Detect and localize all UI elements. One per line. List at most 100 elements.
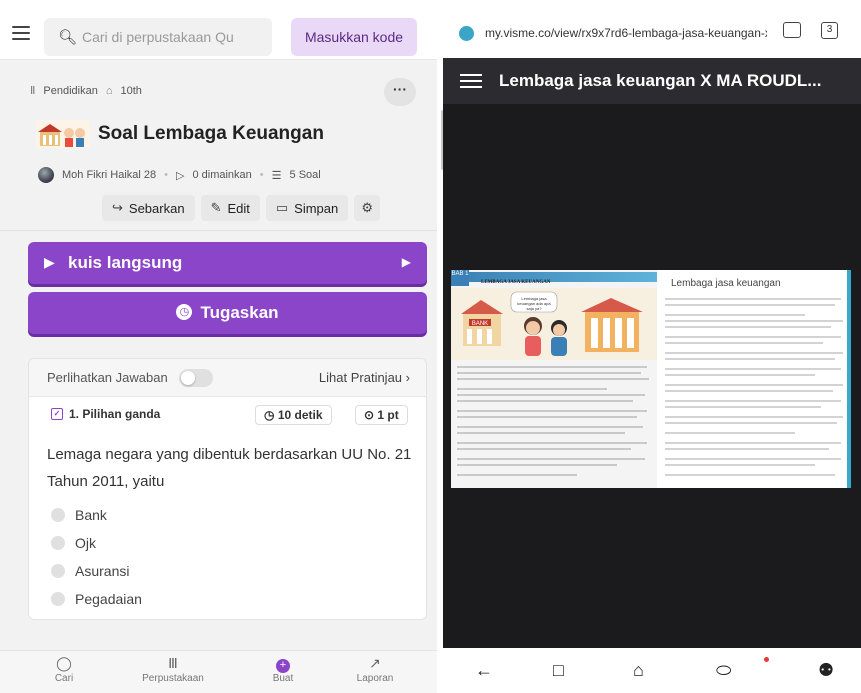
game-controller-icon[interactable]: ⬭ xyxy=(716,660,731,681)
slide-banner-title: LEMBAGA JASA KEUANGAN xyxy=(481,280,551,285)
search-input[interactable] xyxy=(82,26,267,48)
edit-button[interactable]: ✎ Edit xyxy=(200,195,260,221)
viewer-header: Lembaga jasa keuangan X MA ROUDL... xyxy=(443,58,861,104)
nav-create[interactable]: + Buat xyxy=(243,655,323,684)
nav-create-label: Buat xyxy=(272,673,294,684)
points-badge[interactable]: ⊙ 1 pt xyxy=(355,405,408,425)
action-row: ↪ Sebarkan ✎ Edit ▭ Simpan ⚙ xyxy=(102,195,381,221)
question-type-label: 1. Pilihan ganda xyxy=(69,407,161,421)
answer-option: Bank xyxy=(51,507,107,523)
edit-icon: ✎ xyxy=(210,200,222,215)
enter-code-button[interactable]: Masukkan kode xyxy=(291,18,417,56)
radio-icon xyxy=(51,592,65,606)
presentation-title: Lembaga jasa keuangan X MA ROUDL... xyxy=(499,71,822,90)
chevron-right-icon: ▶ xyxy=(401,255,411,269)
plays-count: 0 dimainkan xyxy=(192,169,252,181)
tab-count-icon[interactable]: 3 xyxy=(821,22,838,39)
reports-icon: ↗ xyxy=(369,655,381,671)
search-icon: 🔍︎ xyxy=(58,29,78,46)
card-header: Perlihatkan Jawaban Lihat Pratinjau › xyxy=(29,359,426,397)
option-label: Ojk xyxy=(75,535,96,551)
folder-icon: ▭ xyxy=(275,200,289,215)
top-bar: 🔍︎ Masukkan kode xyxy=(0,0,437,60)
chapter-tag: BAB 1 xyxy=(451,270,469,286)
settings-icon[interactable]: ⚙ xyxy=(354,195,381,221)
subject-label: Pendidikan xyxy=(43,84,98,97)
share-icon: ↪ xyxy=(112,200,123,215)
bank-sign: BANK xyxy=(472,321,488,327)
bottom-nav: ◯ Cari Ⅲ Perpustakaan + Buat ↗ Laporan xyxy=(0,650,437,693)
time-badge[interactable]: ◷ 10 detik xyxy=(255,405,332,425)
quiz-title-row: Soal Lembaga Keuangan xyxy=(36,120,324,148)
live-quiz-label: kuis langsung xyxy=(68,253,183,272)
quiz-app-panel: 🔍︎ Masukkan kode Ⅱ Pendidikan ⌂ 10th ··· xyxy=(0,0,437,693)
edit-label: Edit xyxy=(227,200,250,216)
checkbox-icon: ✓ xyxy=(51,408,63,420)
option-label: Pegadaian xyxy=(75,591,142,607)
question-count: 5 Soal xyxy=(289,169,321,181)
radio-icon xyxy=(51,536,65,550)
nav-reports[interactable]: ↗ Laporan xyxy=(335,655,415,684)
nav-library[interactable]: Ⅲ Perpustakaan xyxy=(133,655,213,684)
quiz-meta: Ⅱ Pendidikan ⌂ 10th xyxy=(30,84,142,98)
author-avatar xyxy=(38,167,54,183)
assign-button[interactable]: ◷ Tugaskan xyxy=(28,292,427,334)
nav-search-label: Cari xyxy=(54,673,74,684)
library-icon: Ⅱ xyxy=(30,85,36,97)
question-type: ✓ 1. Pilihan ganda xyxy=(51,407,160,421)
separator-dot: • xyxy=(259,169,264,181)
separator-dot: • xyxy=(164,169,168,181)
notification-dot xyxy=(764,657,769,662)
menu-icon[interactable] xyxy=(460,74,482,88)
play-icon: ▶ xyxy=(44,254,55,270)
graduation-cap-icon: ⌂ xyxy=(105,84,113,97)
radio-icon xyxy=(51,508,65,522)
share-label: Sebarkan xyxy=(128,200,185,216)
split-screen: 🔍︎ Masukkan kode Ⅱ Pendidikan ⌂ 10th ··· xyxy=(0,0,861,693)
browser-url-bar: my.visme.co/view/rx9x7rd6-lembaga-jasa-k… xyxy=(443,0,861,58)
option-label: Bank xyxy=(75,507,107,523)
show-answers-toggle[interactable] xyxy=(179,369,213,387)
clock-icon: ◷ xyxy=(176,304,193,321)
assign-label: Tugaskan xyxy=(200,303,279,322)
back-arrow-icon[interactable]: ← xyxy=(475,660,493,681)
nav-library-label: Perpustakaan xyxy=(142,673,204,684)
author-name[interactable]: Moh Fikri Haikal 28 xyxy=(62,169,156,181)
points-label: 1 pt xyxy=(377,408,399,422)
menu-icon[interactable] xyxy=(12,26,30,40)
visme-viewer-panel: my.visme.co/view/rx9x7rd6-lembaga-jasa-k… xyxy=(443,0,861,693)
quiz-thumbnail xyxy=(36,120,90,148)
question-body: ✓ 1. Pilihan ganda ◷ 10 detik ⊙ 1 pt Lem… xyxy=(29,397,426,621)
library-icon: Ⅲ xyxy=(168,655,178,671)
profile-icon[interactable]: ⚉ xyxy=(818,660,834,681)
more-options-button[interactable]: ··· xyxy=(384,78,416,106)
save-button[interactable]: ▭ Simpan xyxy=(265,195,349,221)
home-icon[interactable]: ⌂ xyxy=(633,660,644,681)
share-button[interactable]: ↪ Sebarkan xyxy=(102,195,195,221)
create-icon: + xyxy=(243,655,323,673)
show-answers-label: Perlihatkan Jawaban xyxy=(47,370,168,385)
question-text: Lemaga negara yang dibentuk berdasarkan … xyxy=(47,446,412,490)
search-icon: ◯ xyxy=(56,655,72,671)
slide-heading: Lembaga jasa keuangan xyxy=(671,278,781,289)
search-box[interactable]: 🔍︎ xyxy=(44,18,272,56)
live-quiz-button[interactable]: ▶ kuis langsung ▶ xyxy=(28,242,427,284)
nav-reports-label: Laporan xyxy=(356,673,394,684)
book-icon[interactable]: □ xyxy=(553,660,564,681)
site-icon xyxy=(459,26,474,41)
tab-action-icon[interactable] xyxy=(783,22,801,38)
nav-search[interactable]: ◯ Cari xyxy=(24,655,104,684)
slide-preview[interactable]: BAB 1 LEMBAGA JASA KEUANGAN BANK Lembaga… xyxy=(451,270,851,488)
divider xyxy=(0,230,437,231)
url-text[interactable]: my.visme.co/view/rx9x7rd6-lembaga-jasa-k… xyxy=(485,26,767,40)
quiz-title: Soal Lembaga Keuangan xyxy=(98,123,324,144)
answer-option: Ojk xyxy=(51,535,96,551)
preview-link[interactable]: Lihat Pratinjau › xyxy=(319,370,410,385)
grade-label: 10th xyxy=(120,84,142,97)
browser-bottom-nav: ← □ ⌂ ⬭ ⚉ xyxy=(443,648,861,693)
author-row: Moh Fikri Haikal 28 • ▷ 0 dimainkan • ☰ … xyxy=(38,167,321,183)
bank-illustration: BANK Lembaga jasa keuangan ada apa saja … xyxy=(451,288,657,360)
play-icon: ▷ xyxy=(176,169,185,182)
list-icon: ☰ xyxy=(271,169,282,182)
option-label: Asuransi xyxy=(75,563,130,579)
